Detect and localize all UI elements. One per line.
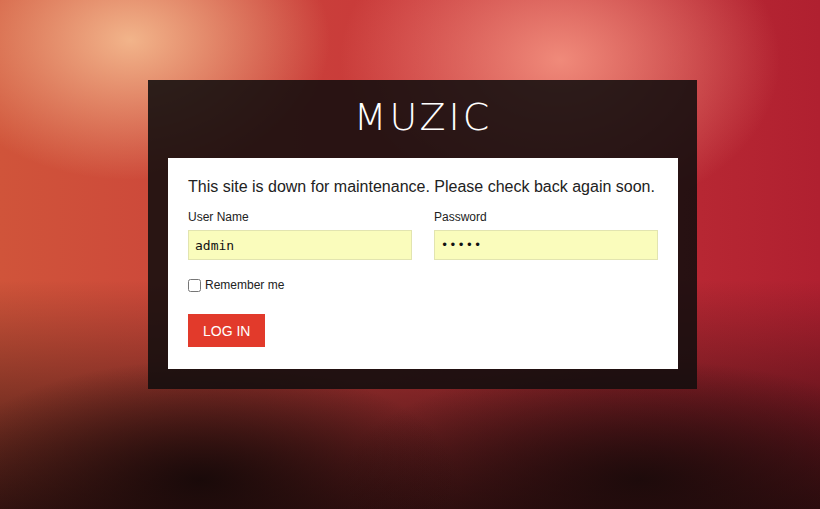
login-card: This site is down for maintenance. Pleas… [168, 158, 678, 369]
form-field: User Name [188, 210, 412, 260]
remember-me[interactable]: Remember me [188, 278, 658, 292]
password-input[interactable] [434, 230, 658, 260]
remember-checkbox[interactable] [188, 279, 201, 292]
login-button[interactable]: LOG IN [188, 314, 265, 347]
field-label: User Name [188, 210, 412, 224]
field-label: Password [434, 210, 658, 224]
logo: MUZIC [354, 94, 493, 140]
username-input[interactable] [188, 230, 412, 260]
field-row: User Name Password [188, 210, 658, 260]
remember-label: Remember me [205, 278, 284, 292]
maintenance-message: This site is down for maintenance. Pleas… [188, 176, 658, 198]
login-page: MUZIC This site is down for maintenance. … [0, 0, 820, 509]
form-field: Password [434, 210, 658, 260]
login-panel: MUZIC This site is down for maintenance. … [148, 80, 697, 389]
